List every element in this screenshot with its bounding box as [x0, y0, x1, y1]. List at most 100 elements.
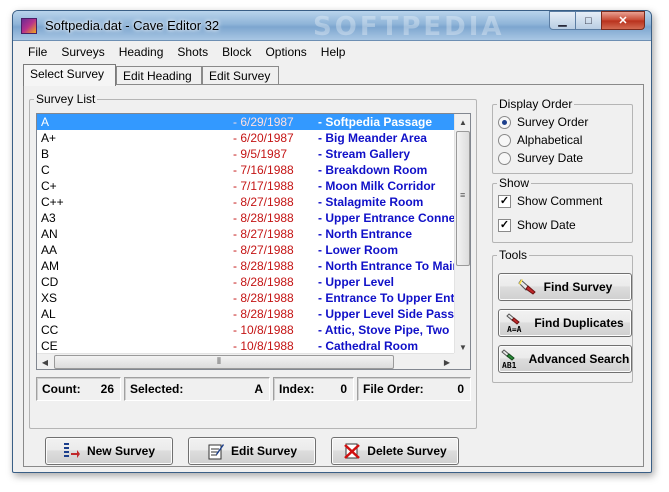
selected-panel: Selected: A	[124, 377, 270, 401]
menu-options[interactable]: Options	[258, 42, 313, 62]
radio-survey-date-label: Survey Date	[517, 151, 584, 165]
horizontal-scroll-thumb[interactable]: ⦀	[54, 355, 394, 369]
radio-alphabetical-indicator[interactable]	[498, 133, 511, 147]
edit-survey-label: Edit Survey	[230, 444, 298, 458]
app-icon[interactable]	[21, 18, 37, 34]
minimize-button[interactable]: ▁	[549, 11, 576, 30]
radio-survey-order-indicator[interactable]	[498, 115, 511, 129]
tab-edit-heading[interactable]: Edit Heading	[116, 66, 202, 85]
vertical-scroll-thumb[interactable]: ≡	[456, 131, 470, 266]
survey-code: C++	[41, 195, 64, 209]
show-date-label: Show Date	[517, 218, 576, 232]
survey-list-row[interactable]: C+ - 7/17/1988 - Moon Milk Corridor	[37, 178, 455, 194]
survey-date: - 6/20/1987	[233, 131, 294, 145]
menu-file[interactable]: File	[21, 42, 54, 62]
survey-list-title: Survey List	[34, 92, 98, 106]
edit-survey-button[interactable]: Edit Survey	[188, 437, 316, 465]
survey-name: - Upper Level Side Passa	[318, 307, 455, 321]
survey-list-row[interactable]: CD - 8/28/1988 - Upper Level	[37, 274, 455, 290]
survey-list-row[interactable]: C++ - 8/27/1988 - Stalagmite Room	[37, 194, 455, 210]
survey-list-row[interactable]: AN - 8/27/1988 - North Entrance	[37, 226, 455, 242]
count-panel: Count: 26	[36, 377, 121, 401]
survey-date: - 6/29/1987	[233, 115, 294, 129]
survey-name: - Breakdown Room	[318, 163, 428, 177]
advanced-search-button[interactable]: AB1 Advanced Search	[498, 345, 632, 373]
caption-buttons: ▁ □ ✕	[549, 11, 645, 31]
scroll-corner	[454, 353, 470, 369]
edit-survey-icon	[208, 444, 224, 460]
selected-label: Selected:	[130, 382, 184, 396]
survey-list-row[interactable]: XS - 8/28/1988 - Entrance To Upper Ent	[37, 290, 455, 306]
tools-title: Tools	[497, 248, 530, 262]
show-title: Show	[497, 176, 532, 190]
survey-list-row[interactable]: CC - 10/8/1988 - Attic, Stove Pipe, Two	[37, 322, 455, 338]
survey-code: CC	[41, 323, 59, 337]
find-survey-button[interactable]: Find Survey	[498, 273, 632, 301]
find-duplicates-button[interactable]: A=A Find Duplicates	[498, 309, 632, 337]
menu-heading[interactable]: Heading	[112, 42, 171, 62]
survey-date: - 8/28/1988	[233, 259, 294, 273]
survey-code: AL	[41, 307, 56, 321]
tab-select-survey[interactable]: Select Survey	[23, 64, 116, 86]
survey-list-row[interactable]: A3 - 8/28/1988 - Upper Entrance Connect	[37, 210, 455, 226]
radio-survey-date[interactable]: Survey Date	[498, 149, 583, 167]
scroll-left-icon[interactable]: ◀	[37, 354, 53, 369]
title-bar[interactable]: Softpedia.dat - Cave Editor 32 SOFTPEDIA…	[13, 11, 651, 42]
menu-help[interactable]: Help	[314, 42, 353, 62]
find-survey-label: Find Survey	[543, 280, 613, 294]
menu-block[interactable]: Block	[215, 42, 258, 62]
delete-survey-button[interactable]: Delete Survey	[331, 437, 459, 465]
menu-shots[interactable]: Shots	[170, 42, 215, 62]
show-group: Show ✓ Show Comment ✓ Show Date	[492, 176, 633, 243]
show-comment-check-icon[interactable]: ✓	[498, 194, 511, 208]
survey-list-row[interactable]: CE - 10/8/1988 - Cathedral Room	[37, 338, 455, 354]
display-order-group: Display Order Survey Order Alphabetical …	[492, 97, 633, 174]
survey-listbox[interactable]: A - 6/29/1987 - Softpedia Passage A+ - 6/20/…	[36, 113, 471, 370]
tab-edit-survey[interactable]: Edit Survey	[202, 66, 279, 85]
grip-icon: ≡	[460, 190, 466, 200]
radio-alphabetical[interactable]: Alphabetical	[498, 131, 582, 149]
survey-name: - Attic, Stove Pipe, Two	[318, 323, 450, 337]
scroll-up-icon[interactable]: ▲	[455, 114, 470, 130]
survey-list-row[interactable]: AM - 8/28/1988 - North Entrance To Main	[37, 258, 455, 274]
app-window: Softpedia.dat - Cave Editor 32 SOFTPEDIA…	[12, 10, 652, 473]
survey-name: - Big Meander Area	[318, 131, 427, 145]
vertical-scrollbar[interactable]: ▲ ≡ ▼	[454, 114, 470, 355]
advanced-search-label: Advanced Search	[528, 352, 630, 366]
radio-survey-order-label: Survey Order	[517, 115, 589, 129]
survey-list-row[interactable]: B - 9/5/1987 - Stream Gallery	[37, 146, 455, 162]
tools-group: Tools Find Survey A=A Find Duplicates AB…	[492, 248, 633, 383]
survey-list-row[interactable]: A+ - 6/20/1987 - Big Meander Area	[37, 130, 455, 146]
survey-list-row[interactable]: C - 7/16/1988 - Breakdown Room	[37, 162, 455, 178]
advanced-search-icon: AB1	[500, 349, 516, 369]
new-survey-button[interactable]: New Survey	[45, 437, 173, 465]
scroll-right-icon[interactable]: ▶	[439, 354, 455, 369]
survey-date: - 8/28/1988	[233, 275, 294, 289]
survey-list-row[interactable]: AA - 8/27/1988 - Lower Room	[37, 242, 455, 258]
find-duplicates-icon: A=A	[506, 313, 522, 333]
show-comment-label: Show Comment	[517, 194, 603, 208]
menu-bar: File Surveys Heading Shots Block Options…	[21, 42, 352, 62]
show-date-check-icon[interactable]: ✓	[498, 218, 511, 232]
file-order-label: File Order:	[363, 382, 424, 396]
close-button[interactable]: ✕	[601, 11, 645, 30]
menu-surveys[interactable]: Surveys	[54, 42, 111, 62]
maximize-button[interactable]: □	[575, 11, 602, 30]
display-order-title: Display Order	[497, 97, 575, 111]
index-panel: Index: 0	[273, 377, 354, 401]
survey-name: - Lower Room	[318, 243, 398, 257]
survey-name: - North Entrance	[318, 227, 413, 241]
radio-survey-date-indicator[interactable]	[498, 151, 511, 165]
survey-list-row[interactable]: A - 6/29/1987 - Softpedia Passage	[37, 114, 455, 130]
survey-date: - 8/28/1988	[233, 211, 294, 225]
survey-name: - Entrance To Upper Ent	[318, 291, 455, 305]
selected-value: A	[254, 382, 263, 396]
delete-survey-icon	[344, 443, 361, 459]
horizontal-scrollbar[interactable]: ◀ ⦀ ▶	[37, 353, 455, 369]
survey-list-row[interactable]: AL - 8/28/1988 - Upper Level Side Passa	[37, 306, 455, 322]
survey-name: - Upper Level	[318, 275, 395, 289]
checkbox-show-comment[interactable]: ✓ Show Comment	[498, 192, 602, 210]
checkbox-show-date[interactable]: ✓ Show Date	[498, 216, 576, 234]
survey-name: - Moon Milk Corridor	[318, 179, 436, 193]
radio-survey-order[interactable]: Survey Order	[498, 113, 588, 131]
